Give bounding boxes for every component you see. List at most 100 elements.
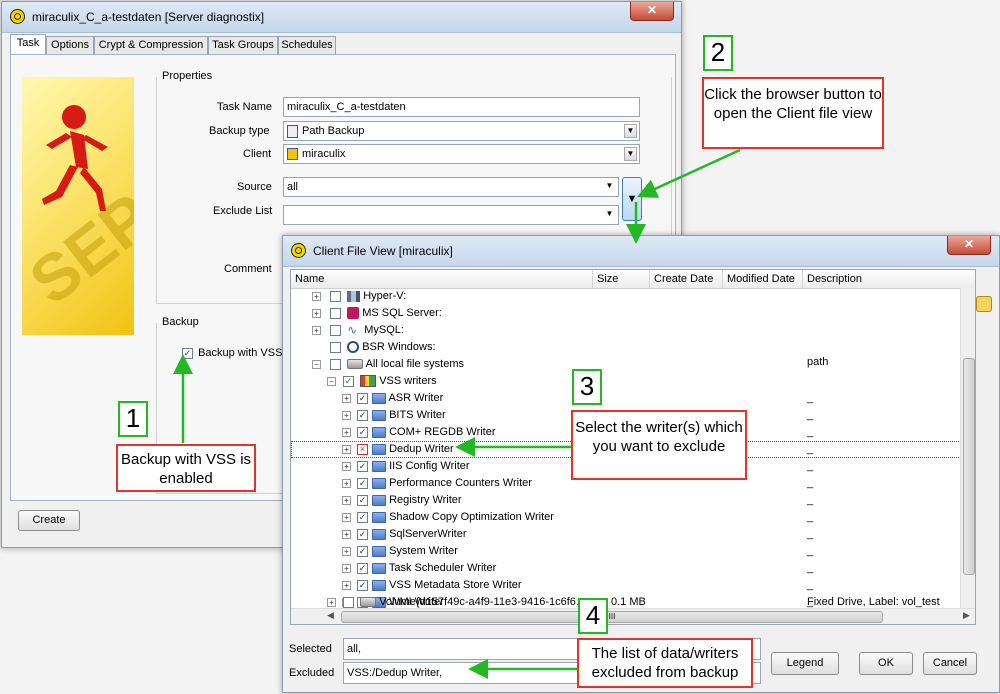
scroll-thumb[interactable] [963,358,975,575]
chevron-down-icon[interactable]: ▼ [624,124,637,138]
scroll-thumb-horizontal[interactable]: III [341,611,883,623]
expand-icon[interactable]: + [312,325,321,335]
scroll-right-icon[interactable]: ▶ [963,610,970,621]
checkbox-checked-icon[interactable]: ✓ [357,477,368,489]
tab-task[interactable]: Task [10,34,46,54]
writer-name: ASR Writer [388,392,444,404]
legend-button[interactable]: Legend [771,652,839,675]
client-file-view-titlebar[interactable]: Client File View [miraculix] ✕ [283,236,999,267]
expand-icon[interactable]: + [342,495,351,505]
tree-row-vss-writers[interactable]: − ✓ VSS writers [291,373,437,390]
checkbox-excluded-icon[interactable]: × [357,443,368,455]
expand-icon[interactable]: + [327,597,336,607]
checkbox-checked-icon[interactable]: ✓ [357,562,368,574]
writer-description: _ [807,392,814,404]
expand-icon[interactable]: + [312,291,321,301]
tree-row-hyper-v[interactable]: + Hyper-V: [291,288,406,305]
checkbox-checked-icon[interactable]: ✓ [357,460,368,472]
backup-type-select[interactable]: Path Backup ▼ [283,121,640,141]
checkbox[interactable] [330,290,342,302]
expand-icon[interactable]: + [312,308,321,318]
expand-icon[interactable]: + [342,512,351,522]
app-logo-icon [291,243,306,258]
checkbox[interactable] [330,358,342,370]
collapse-icon[interactable]: − [327,376,336,386]
expand-icon[interactable]: + [342,546,351,556]
task-window-titlebar[interactable]: miraculix_C_a-testdaten [Server diagnost… [2,2,681,33]
close-icon[interactable]: ✕ [947,236,991,255]
tree-row-all-local-file-systems[interactable]: − All local file systems [291,356,464,373]
exclude-list-input[interactable]: ▼ [283,205,619,225]
vertical-scrollbar[interactable] [960,288,975,608]
checkbox[interactable] [330,324,342,336]
tree-row-writer[interactable]: + ✓ VSS Metadata Store Writer _ [291,577,975,594]
bsr-lifebuoy-icon [347,341,360,354]
checkbox[interactable] [330,307,342,319]
tree-row-ms-sql-server[interactable]: + MS SQL Server: [291,305,442,322]
tree-row-writer[interactable]: + ✓ Shadow Copy Optimization Writer _ [291,509,975,526]
checkbox-checked-icon[interactable]: ✓ [343,375,355,387]
create-button[interactable]: Create [18,510,80,531]
writer-description: _ [807,528,814,540]
column-create-date[interactable]: Create Date [650,270,723,288]
backup-with-vss-checkbox[interactable]: ✓ Backup with VSS [182,347,282,359]
column-description[interactable]: Description [803,270,975,288]
checkbox-checked-icon[interactable]: ✓ [357,392,368,404]
expand-icon[interactable]: + [342,580,351,590]
horizontal-scrollbar[interactable]: ◀ III ▶ [291,608,975,624]
checkbox-checked-icon[interactable]: ✓ [357,511,368,523]
expand-icon[interactable]: + [342,529,351,539]
client-select[interactable]: miraculix ▼ [283,144,640,164]
tab-schedules[interactable]: Schedules [278,36,336,54]
scroll-left-icon[interactable]: ◀ [327,610,334,621]
tree-row-writer[interactable]: + ✓ Task Scheduler Writer _ [291,560,975,577]
tree-row-writer[interactable]: + ✓ System Writer _ [291,543,975,560]
writer-name: IIS Config Writer [389,460,470,472]
tree-row-writer[interactable]: + ✓ Registry Writer _ [291,492,975,509]
chevron-down-icon[interactable]: ▼ [603,180,616,194]
expand-icon[interactable]: + [342,563,351,573]
tab-task-groups[interactable]: Task Groups [208,36,278,54]
checkbox-checked-icon[interactable]: ✓ [357,426,368,438]
ok-button[interactable]: OK [859,652,913,675]
cancel-button[interactable]: Cancel [923,652,977,675]
collapse-icon[interactable]: − [312,359,321,369]
tab-options[interactable]: Options [46,36,94,54]
drive-icon [360,597,377,608]
chevron-down-icon[interactable]: ▼ [603,208,616,222]
writer-description: _ [807,477,814,489]
checkbox-checked-icon[interactable]: ✓ [357,494,368,506]
column-modified-date[interactable]: Modified Date [723,270,803,288]
tab-crypt-compression[interactable]: Crypt & Compression [94,36,208,54]
expand-icon[interactable]: + [342,410,351,420]
selected-label: Selected [289,643,332,655]
tree-row-bsr-windows[interactable]: BSR Windows: [291,339,436,356]
tree-row-writer[interactable]: + ✓ SqlServerWriter _ [291,526,975,543]
settings-gear-icon[interactable] [976,296,992,312]
checkbox[interactable] [343,596,355,608]
chevron-down-icon[interactable]: ▼ [624,147,637,161]
expand-icon[interactable]: + [342,427,351,437]
tree-row-writer[interactable]: + ✓ ASR Writer _ [291,390,975,407]
checkbox-checked-icon[interactable]: ✓ [357,409,368,421]
checkbox[interactable] [330,341,342,353]
folder-icon [372,477,386,489]
source-input[interactable]: all ▼ [283,177,619,197]
expand-icon[interactable]: + [342,393,351,403]
checkbox-checked-icon[interactable]: ✓ [357,528,368,540]
annotation-step-3: 3 [572,369,602,405]
task-name-input[interactable]: miraculix_C_a-testdaten [283,97,640,117]
writer-description: _ [807,545,814,557]
close-icon[interactable]: ✕ [630,2,674,21]
expand-icon[interactable]: + [342,478,351,488]
annotation-step-4: 4 [578,598,608,634]
checkbox-checked-icon[interactable]: ✓ [357,545,368,557]
tree-row-mysql[interactable]: + ∿ MySQL: [291,322,404,339]
client-browse-button[interactable]: ▼ [622,177,642,221]
expand-icon[interactable]: + [342,444,351,454]
column-size[interactable]: Size [593,270,650,288]
expand-icon[interactable]: + [342,461,351,471]
checkbox-checked-icon[interactable]: ✓ [182,347,193,359]
checkbox-checked-icon[interactable]: ✓ [357,579,368,591]
column-name[interactable]: Name [291,270,593,288]
